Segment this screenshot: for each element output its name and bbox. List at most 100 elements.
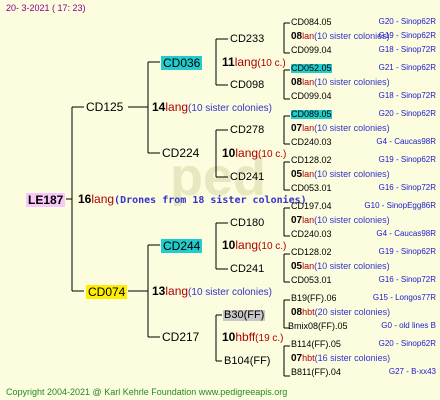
root-queen: LE187 — [26, 193, 66, 207]
gen4-drone: CD240.03 — [291, 137, 332, 147]
gen5-label: G19 - Sinop62R — [378, 155, 436, 164]
gen5-label: G19 - Sinop62R — [378, 247, 436, 256]
gen1-mating-2: 13lang(10 sister colonies) — [152, 285, 272, 298]
gen4-lang: hbt — [302, 353, 315, 363]
gen4-drone: CD099.04 — [291, 91, 332, 101]
gen3-queen-1: CD233 — [230, 33, 265, 45]
gen2-queen-4: CD217 — [162, 330, 200, 344]
gen4-num: 07 — [291, 123, 303, 134]
gen2-queen-3: CD244 — [161, 239, 203, 253]
gen4-note: (10 sister colonies) — [314, 215, 390, 225]
gen4-num: 08 — [291, 31, 303, 42]
gen4-note: (20 sister colonies) — [314, 307, 391, 317]
gen1-mating-1: 14lang(10 sister colonies) — [152, 101, 272, 114]
gen1-queen-2: CD074 — [86, 285, 128, 299]
gen4-num: 05 — [291, 261, 303, 272]
gen4-note: (16 sister colonies) — [314, 353, 391, 363]
gen4-note: (10 sister colonies) — [314, 169, 390, 179]
gen4-drone: B811(FF).04 — [291, 367, 341, 377]
gen1-num-1: 14 — [152, 100, 166, 114]
gen1-lang-2: lang — [165, 284, 189, 298]
gen4-num: 08 — [291, 307, 303, 318]
gen4-queen: B19(FF).06 — [291, 293, 337, 303]
gen4-drone: CD099.04 — [291, 45, 332, 55]
copyright-footer: Copyright 2004-2021 @ Karl Kehrle Founda… — [6, 387, 288, 397]
gen5-label: G18 - Sinop72R — [378, 45, 436, 54]
root-lang: lang — [91, 192, 115, 206]
pedigree-canvas: ped 20- 3-2021 (17: 23) Copyright 2004-… — [0, 0, 440, 400]
gen4-mating: 08lan(10 sister colonies) — [291, 78, 390, 88]
gen2-queen-1: CD036 — [161, 56, 203, 70]
gen4-drone: CD240.03 — [291, 229, 332, 239]
gen4-queen: CD089.05 — [291, 109, 332, 119]
gen2-queen-2: CD224 — [162, 146, 200, 160]
gen5-label: G16 - Sinop72R — [378, 275, 436, 284]
gen2-note-4: (19 c.) — [255, 333, 284, 344]
gen4-drone: CD053.01 — [291, 275, 332, 285]
gen2-mating-3: 10lang(10 c.) — [222, 239, 286, 252]
gen4-queen: CD052.05 — [291, 63, 332, 73]
gen4-mating: 07hbt(16 sister colonies) — [291, 354, 390, 364]
gen1-num-2: 13 — [152, 284, 166, 298]
gen2-lang-4: hbff — [235, 330, 256, 344]
gen2-lang-3: lang — [235, 238, 259, 252]
gen5-label: G10 - SinopEgg86R — [364, 201, 436, 210]
gen3-queen-5: CD180 — [230, 217, 265, 229]
gen2-num-4: 10 — [222, 330, 236, 344]
gen4-note: (10 sister colonies) — [314, 261, 390, 271]
timestamp: 20- 3-2021 ( 17: 23) — [6, 3, 86, 13]
gen1-lang-1: lang — [165, 100, 189, 114]
gen5-label: G0 - old lines B — [381, 321, 436, 330]
gen4-mating: 05lan(10 sister colonies) — [291, 262, 390, 272]
gen5-label: G19 - Sinop62R — [378, 31, 436, 40]
gen4-lang: lan — [302, 31, 315, 41]
gen4-mating: 08lan(10 sister colonies) — [291, 32, 390, 42]
gen2-mating-1: 11lang(10 c.) — [222, 56, 286, 69]
gen4-drone: CD053.01 — [291, 183, 332, 193]
gen5-label: G21 - Sinop62R — [378, 63, 436, 72]
gen2-num-1: 11 — [222, 55, 235, 69]
gen2-num-2: 10 — [222, 146, 236, 160]
gen4-num: 05 — [291, 169, 303, 180]
gen4-lang: lan — [302, 169, 315, 179]
gen4-mating: 08hbt(20 sister colonies) — [291, 308, 390, 318]
gen4-mating: 07lan(10 sister colonies) — [291, 124, 390, 134]
gen5-label: G15 - Longos77R — [372, 293, 436, 302]
gen4-queen: CD197.04 — [291, 201, 332, 211]
gen4-lang: lan — [302, 77, 315, 87]
gen4-queen: B114(FF).05 — [291, 339, 341, 349]
gen4-lang: hbt — [302, 307, 315, 317]
gen4-note: (10 sister colonies) — [314, 77, 390, 87]
gen3-queen-6: CD241 — [230, 263, 265, 275]
gen2-lang-2: lang — [235, 146, 259, 160]
gen5-label: G16 - Sinop72R — [378, 183, 436, 192]
gen4-mating: 05lan(10 sister colonies) — [291, 170, 390, 180]
root-mating: 16lang(Drones from 18 sister colonies) — [78, 193, 307, 206]
gen4-num: 08 — [291, 77, 303, 88]
gen4-num: 07 — [291, 353, 303, 364]
gen1-queen-1: CD125 — [86, 100, 124, 114]
gen2-note-1: (10 c.) — [257, 58, 286, 69]
gen3-queen-4: CD241 — [230, 171, 265, 183]
root-num: 16 — [78, 192, 92, 206]
gen4-lang: lan — [302, 123, 315, 133]
gen2-mating-2: 10lang(10 c.) — [222, 147, 286, 160]
gen1-note-2: (10 sister colonies) — [188, 287, 272, 298]
gen4-mating: 07lan(10 sister colonies) — [291, 216, 390, 226]
gen3-queen-8: B104(FF) — [224, 355, 271, 367]
gen5-label: G4 - Caucas98R — [376, 229, 436, 238]
gen3-queen-7: B30(FF) — [223, 309, 266, 321]
gen5-label: G20 - Sinop62R — [378, 339, 436, 348]
gen4-lang: lan — [302, 215, 315, 225]
gen4-queen: CD128.02 — [291, 247, 332, 257]
gen4-drone: Bmix08(FF).05 — [288, 321, 348, 331]
gen5-label: G27 - B-xx43 — [388, 367, 436, 376]
gen4-lang: lan — [302, 261, 315, 271]
gen5-label: G20 - Sinop62R — [378, 109, 436, 118]
gen4-queen: CD128.02 — [291, 155, 332, 165]
gen4-note: (10 sister colonies) — [314, 123, 390, 133]
gen2-mating-4: 10hbff(19 c.) — [222, 331, 284, 344]
gen5-label: G18 - Sinop72R — [378, 91, 436, 100]
gen2-lang-1: lang — [234, 55, 258, 69]
gen1-note-1: (10 sister colonies) — [188, 103, 272, 114]
